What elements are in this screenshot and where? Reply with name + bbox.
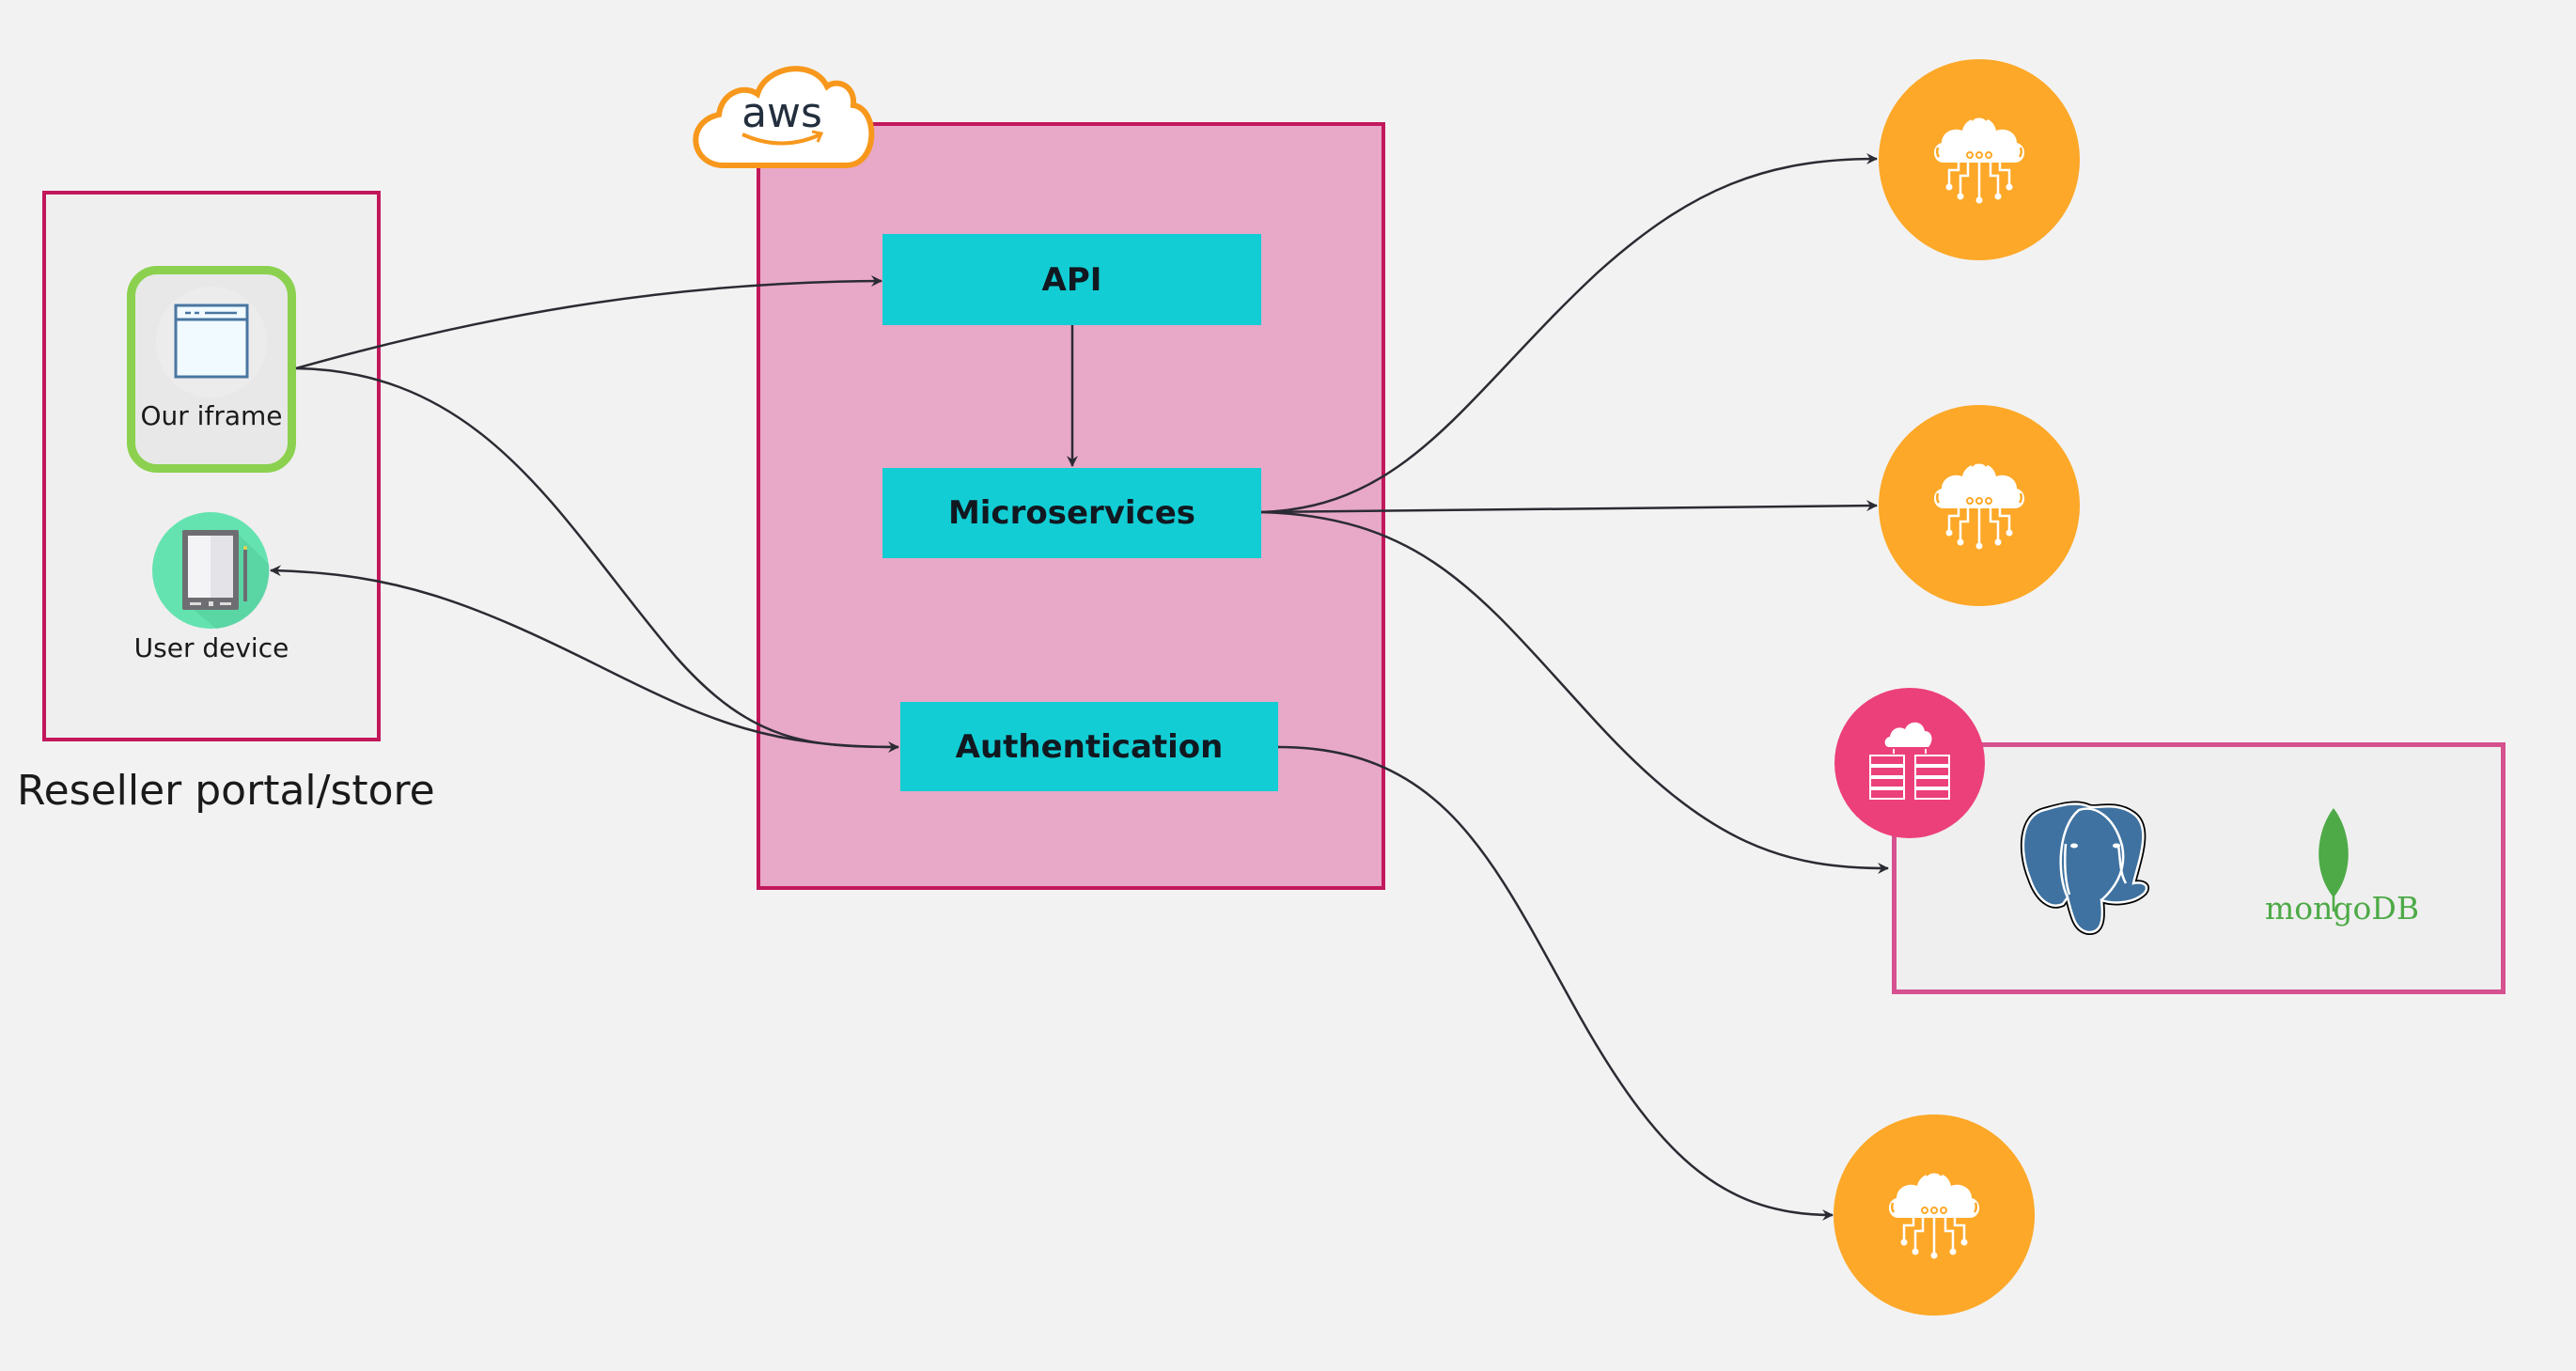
aws-logo-icon: aws: [693, 66, 875, 168]
aws-logo-text: aws: [742, 89, 822, 137]
postgresql-elephant-icon: [2020, 801, 2150, 935]
edge-auth-cloud3: [1277, 745, 1834, 1221]
browser-window-icon: [174, 304, 249, 379]
edge-iframe-api: [295, 275, 882, 370]
tablet-icon[interactable]: [152, 512, 270, 629]
edge-ms-db: [1260, 510, 1889, 874]
diagram-canvas: aws: [152, 59, 2349, 1316]
edge-ms-cloud2: [1260, 500, 1878, 514]
cloud-server-icon[interactable]: [1834, 688, 1985, 838]
edge-iframe-auth: [295, 366, 899, 753]
mongodb-leaf-icon: [2318, 808, 2349, 911]
cloud-service-1[interactable]: [1879, 59, 2080, 260]
edge-auth-device: [270, 565, 899, 749]
connectors: [270, 153, 1889, 1221]
edge-ms-cloud1: [1260, 153, 1878, 514]
cloud-service-2[interactable]: [1879, 405, 2080, 606]
cloud-service-3[interactable]: [1834, 1114, 2035, 1316]
